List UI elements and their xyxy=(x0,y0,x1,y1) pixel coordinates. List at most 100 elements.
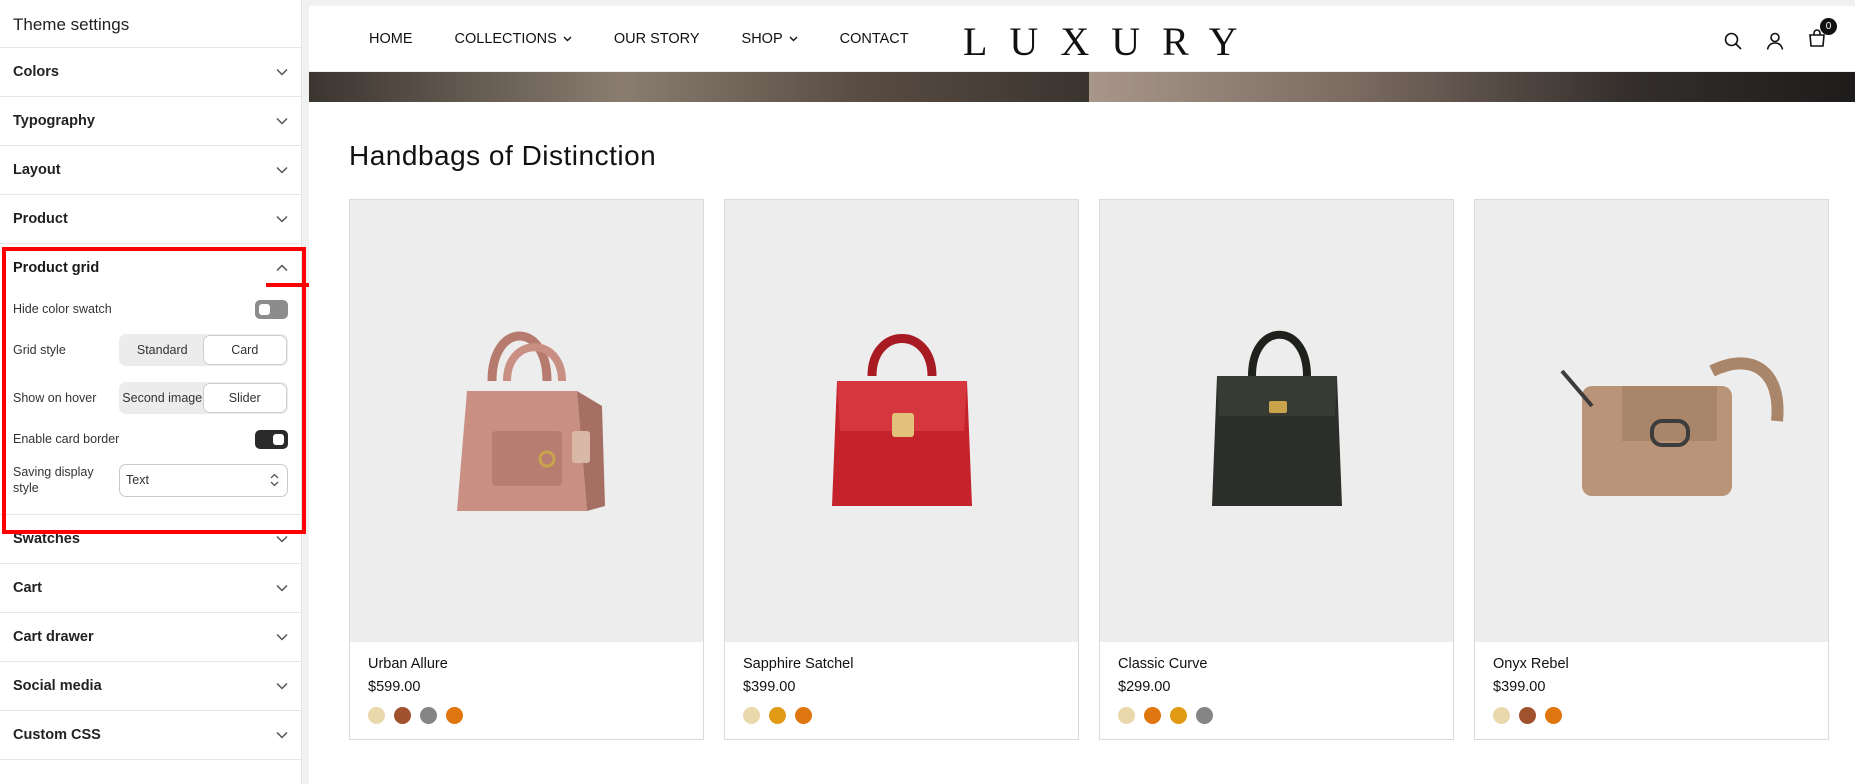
color-swatches xyxy=(368,707,685,724)
saving-display-style-label: Saving display style xyxy=(13,465,94,495)
chevron-down-icon xyxy=(276,584,288,592)
section-label: Typography xyxy=(13,113,95,129)
hide-color-swatch-label: Hide color swatch xyxy=(13,302,112,316)
product-name[interactable]: Classic Curve xyxy=(1118,656,1435,672)
chevron-down-icon xyxy=(276,535,288,543)
section-product[interactable]: Product xyxy=(0,195,301,244)
color-swatches xyxy=(743,707,1060,724)
product-card[interactable]: Onyx Rebel $399.00 xyxy=(1474,199,1829,740)
chevron-down-icon xyxy=(276,731,288,739)
product-image[interactable] xyxy=(725,200,1078,642)
grid-style-standard-option[interactable]: Standard xyxy=(121,336,204,364)
hide-color-swatch-toggle[interactable] xyxy=(255,299,288,319)
nav-label: COLLECTIONS xyxy=(454,30,557,47)
section-label: Cart drawer xyxy=(13,629,94,645)
product-image[interactable] xyxy=(1100,200,1453,642)
store-preview: HOME COLLECTIONS OUR STORY SHOP CONTACT … xyxy=(309,6,1855,784)
enable-card-border-toggle[interactable] xyxy=(255,429,288,449)
store-header: HOME COLLECTIONS OUR STORY SHOP CONTACT … xyxy=(309,6,1855,72)
section-layout[interactable]: Layout xyxy=(0,146,301,195)
section-label: Colors xyxy=(13,64,59,80)
nav-collections[interactable]: COLLECTIONS xyxy=(455,31,572,47)
section-label: Layout xyxy=(13,162,61,178)
section-social-media[interactable]: Social media xyxy=(0,662,301,711)
color-swatches xyxy=(1118,707,1435,724)
product-name[interactable]: Onyx Rebel xyxy=(1493,656,1810,672)
chevron-down-icon xyxy=(276,117,288,125)
product-card[interactable]: Classic Curve $299.00 xyxy=(1099,199,1454,740)
section-cart-drawer[interactable]: Cart drawer xyxy=(0,613,301,662)
nav-label: HOME xyxy=(369,30,413,47)
enable-card-border-label: Enable card border xyxy=(13,432,120,446)
handbag-image xyxy=(1559,357,1784,496)
section-label: Cart xyxy=(13,580,43,596)
product-price: $599.00 xyxy=(368,679,421,695)
show-on-hover-label: Show on hover xyxy=(13,391,97,405)
cart-count-badge: 0 xyxy=(1820,18,1837,35)
color-swatch[interactable] xyxy=(394,707,411,724)
product-grid: Urban Allure $599.00 Sapphire Satchel $3… xyxy=(349,199,1855,740)
cart-button[interactable]: 0 xyxy=(1807,18,1837,53)
nav-contact[interactable]: CONTACT xyxy=(840,31,909,47)
product-price: $399.00 xyxy=(1493,679,1546,695)
section-product-grid: Product grid Hide color swatch Grid styl… xyxy=(0,244,301,515)
color-swatch[interactable] xyxy=(1170,707,1187,724)
section-swatches[interactable]: Swatches xyxy=(0,515,301,564)
color-swatch[interactable] xyxy=(1144,707,1161,724)
color-swatch[interactable] xyxy=(795,707,812,724)
sidebar-title: Theme settings xyxy=(0,0,301,48)
chevron-down-icon xyxy=(276,633,288,641)
section-custom-css[interactable]: Custom CSS xyxy=(0,711,301,760)
color-swatch[interactable] xyxy=(1519,707,1536,724)
product-image[interactable] xyxy=(1475,200,1828,642)
show-on-hover-segmented-control: Second image Slider xyxy=(119,382,288,414)
section-colors[interactable]: Colors xyxy=(0,48,301,97)
chevron-down-icon xyxy=(276,166,288,174)
product-grid-header[interactable]: Product grid xyxy=(0,244,301,292)
nav-shop[interactable]: SHOP xyxy=(742,31,798,47)
color-swatch[interactable] xyxy=(1493,707,1510,724)
product-image[interactable] xyxy=(350,200,703,642)
color-swatch[interactable] xyxy=(368,707,385,724)
color-swatch[interactable] xyxy=(446,707,463,724)
product-name[interactable]: Sapphire Satchel xyxy=(743,656,1060,672)
product-name[interactable]: Urban Allure xyxy=(368,656,685,672)
product-price: $399.00 xyxy=(743,679,796,695)
chevron-down-icon xyxy=(276,682,288,690)
account-icon[interactable] xyxy=(1765,31,1785,51)
color-swatches xyxy=(1493,707,1810,724)
product-card[interactable]: Urban Allure $599.00 xyxy=(349,199,704,740)
grid-style-card-option[interactable]: Card xyxy=(203,336,286,364)
store-logo[interactable]: LUXURY xyxy=(963,18,1259,65)
search-icon[interactable] xyxy=(1723,31,1743,51)
section-typography[interactable]: Typography xyxy=(0,97,301,146)
nav-our-story[interactable]: OUR STORY xyxy=(614,31,700,47)
saving-display-style-value: Text xyxy=(126,473,149,487)
handbag-image xyxy=(1211,330,1342,506)
show-on-hover-slider-option[interactable]: Slider xyxy=(203,384,286,412)
color-swatch[interactable] xyxy=(769,707,786,724)
color-swatch[interactable] xyxy=(1196,707,1213,724)
saving-display-style-select[interactable]: Text xyxy=(119,463,288,497)
handbag-image xyxy=(831,334,972,506)
section-cart[interactable]: Cart xyxy=(0,564,301,613)
handbag-image xyxy=(456,331,605,511)
nav-home[interactable]: HOME xyxy=(369,31,413,47)
section-label: Custom CSS xyxy=(13,727,101,743)
chevron-up-icon xyxy=(276,264,288,272)
grid-style-label: Grid style xyxy=(13,343,66,357)
show-on-hover-row: Show on hover Second image Slider xyxy=(13,374,288,422)
product-card[interactable]: Sapphire Satchel $399.00 xyxy=(724,199,1079,740)
color-swatch[interactable] xyxy=(420,707,437,724)
chevron-down-icon xyxy=(789,36,798,41)
color-swatch[interactable] xyxy=(1545,707,1562,724)
color-swatch[interactable] xyxy=(1118,707,1135,724)
nav-label: OUR STORY xyxy=(613,30,700,47)
hide-color-swatch-row: Hide color swatch xyxy=(13,292,288,326)
section-label: Swatches xyxy=(13,531,80,547)
color-swatch[interactable] xyxy=(743,707,760,724)
enable-card-border-row: Enable card border xyxy=(13,422,288,456)
grid-style-segmented-control: Standard Card xyxy=(119,334,288,366)
section-label: Social media xyxy=(13,678,102,694)
show-on-hover-second-image-option[interactable]: Second image xyxy=(121,384,204,412)
